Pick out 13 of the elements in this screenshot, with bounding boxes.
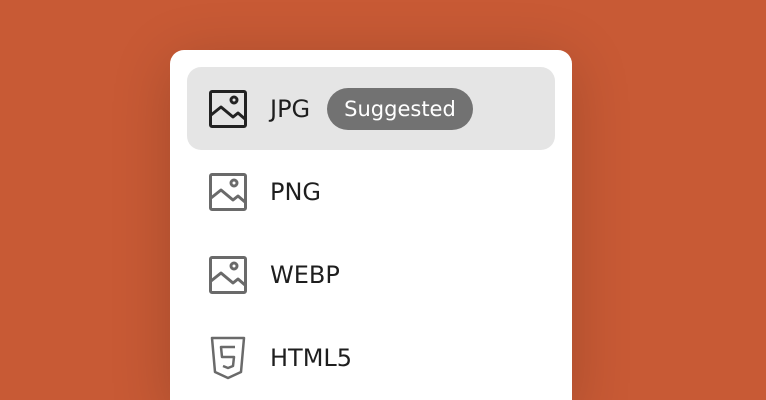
menu-item[interactable]: PNG [187, 150, 555, 233]
menu-item[interactable]: WEBP [187, 233, 555, 316]
suggested-badge: Suggested [327, 88, 473, 130]
image-icon [209, 90, 247, 128]
menu-item[interactable]: JPG Suggested [187, 67, 555, 150]
format-label: WEBP [270, 260, 340, 288]
menu-item[interactable]: HTML5 [187, 316, 555, 399]
image-icon [209, 172, 247, 210]
format-label: HTML5 [270, 344, 352, 372]
image-icon [209, 256, 247, 294]
format-label: JPG [270, 94, 310, 122]
html5-icon [209, 336, 247, 380]
format-label: PNG [270, 178, 322, 206]
